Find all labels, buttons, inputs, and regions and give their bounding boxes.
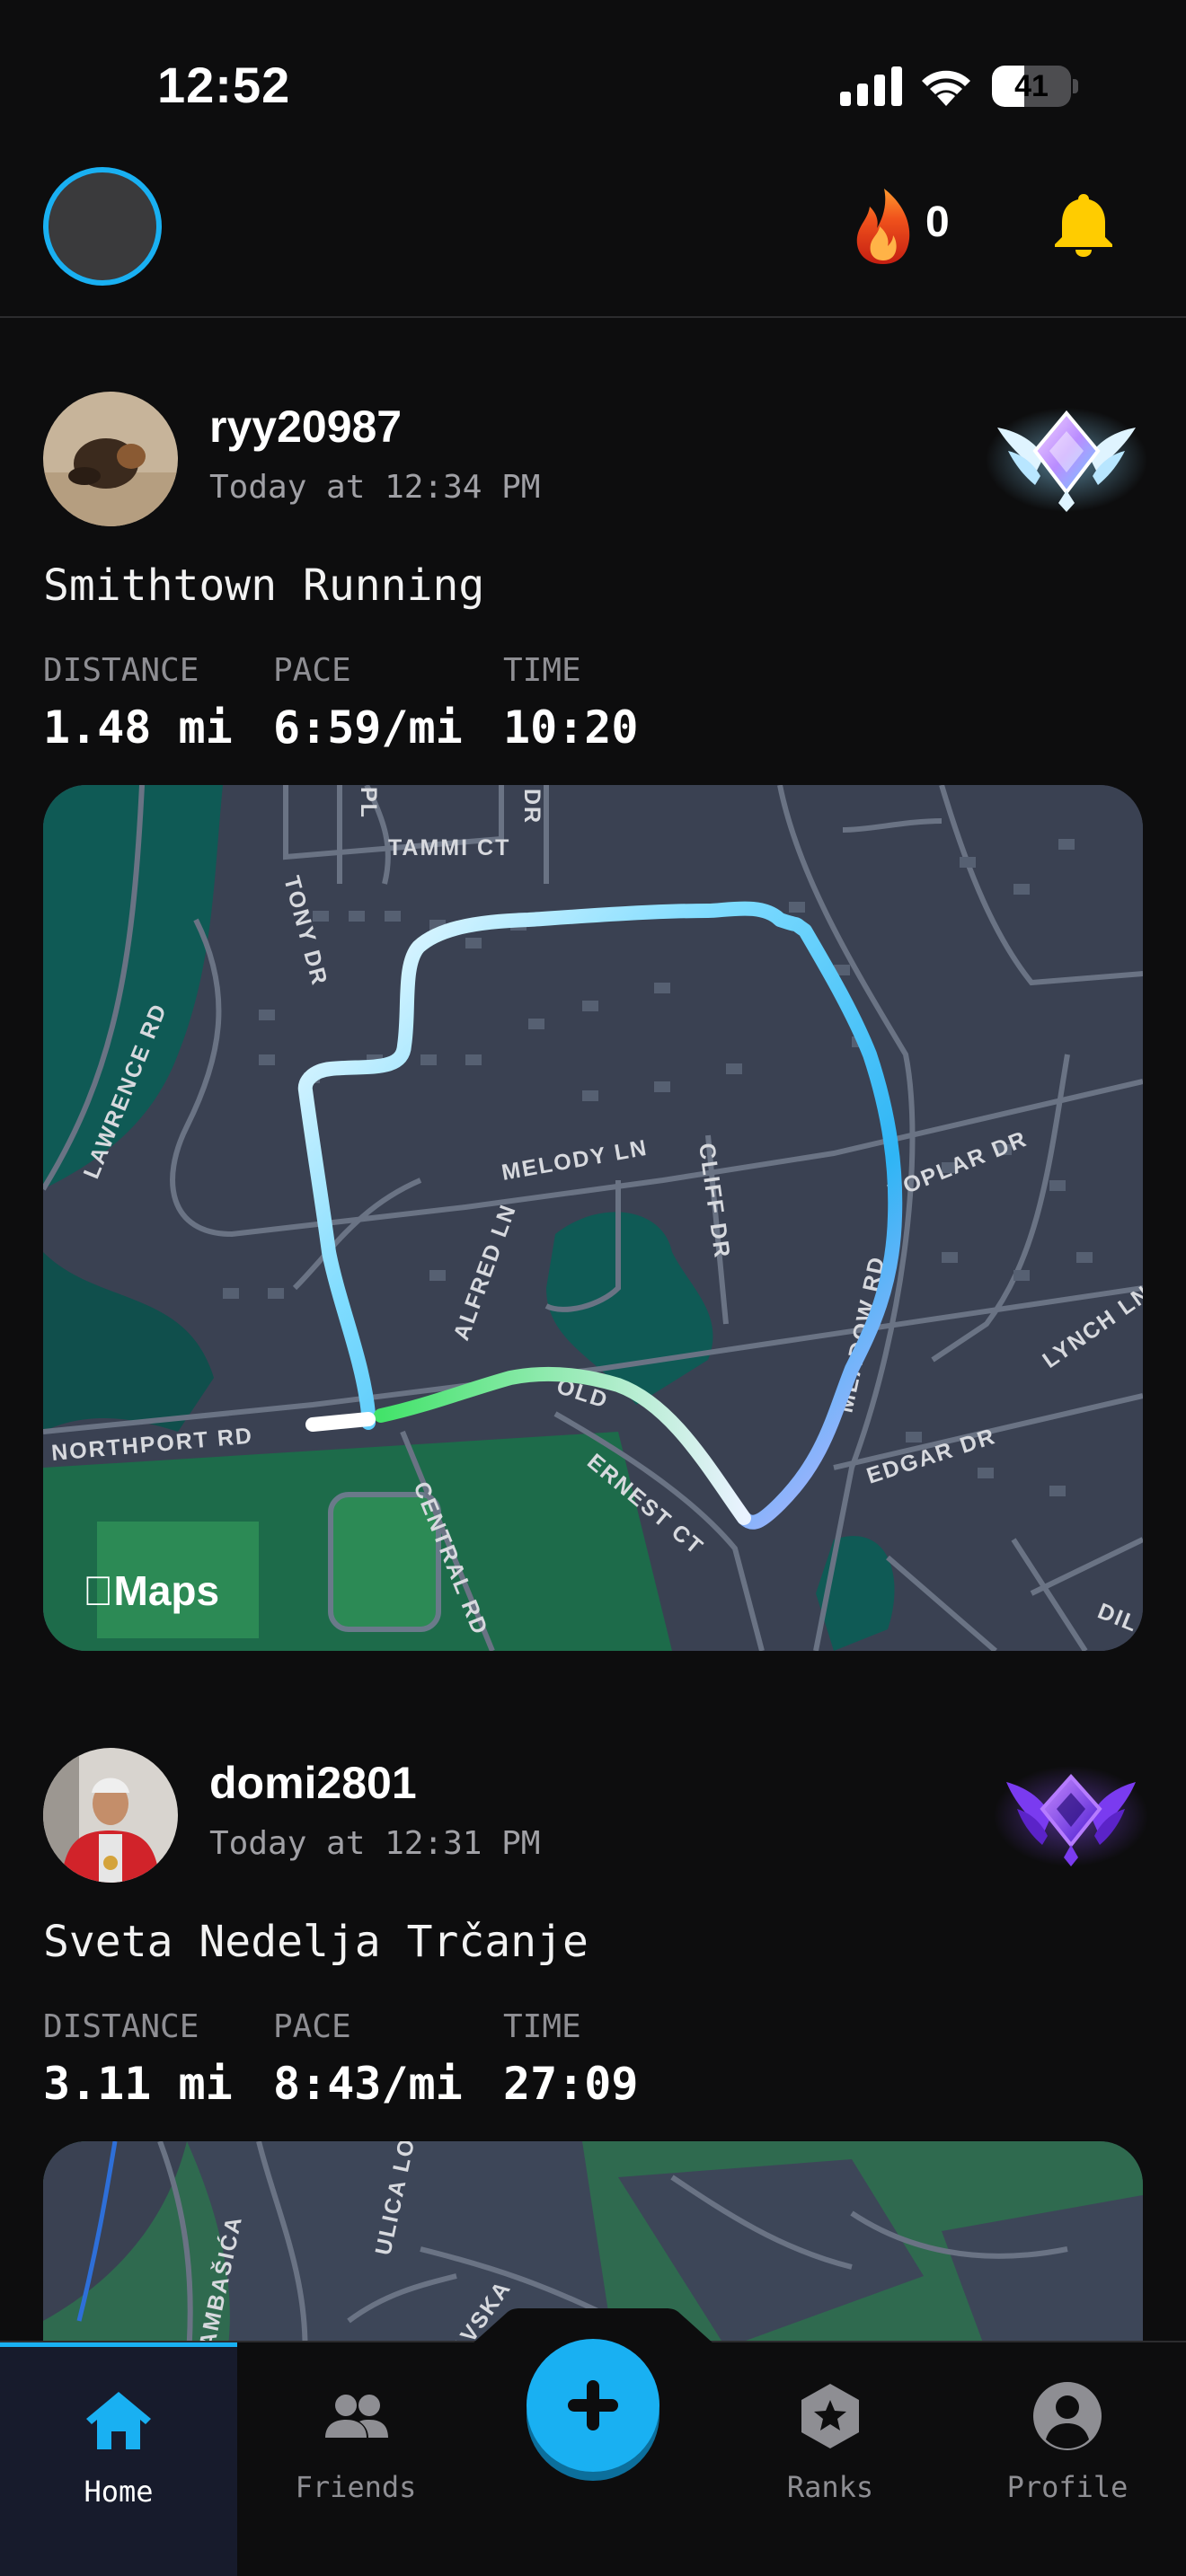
status-bar: 12:52 41 — [0, 0, 1186, 153]
stat-value: 6:59/mi — [273, 701, 463, 754]
flame-streak-icon — [856, 189, 910, 264]
pace-stat: PACE 8:43/mi — [273, 2008, 463, 2110]
tab-label: Friends — [295, 2470, 417, 2504]
tab-friends[interactable]: Friends — [237, 2342, 474, 2576]
streak-count: 0 — [925, 198, 950, 246]
activity-post: ryy20987 Today at 12:34 PM Smithtown Run… — [0, 392, 1186, 1651]
battery-indicator: 41 — [992, 66, 1078, 107]
profile-icon — [1033, 2382, 1102, 2450]
home-icon — [86, 2392, 151, 2449]
plus-icon — [568, 2380, 618, 2430]
ranks-icon — [801, 2384, 859, 2448]
tab-label: Profile — [1006, 2470, 1128, 2504]
add-activity-button[interactable] — [527, 2339, 659, 2472]
tab-profile[interactable]: Profile — [949, 2342, 1186, 2576]
street-label: DR — [519, 789, 544, 825]
tab-label: Ranks — [786, 2470, 874, 2504]
diamond-rank-badge-icon — [986, 408, 1147, 512]
pace-stat: PACE 6:59/mi — [273, 652, 463, 754]
stat-value: 27:09 — [503, 2058, 639, 2110]
stat-value: 3.11 mi — [43, 2058, 233, 2110]
stat-label: TIME — [503, 2008, 581, 2045]
stat-label: TIME — [503, 652, 581, 689]
post-title: Smithtown Running — [43, 560, 485, 611]
time-stat: TIME 27:09 — [503, 2008, 639, 2110]
stat-label: DISTANCE — [43, 652, 199, 689]
stat-value: 1.48 mi — [43, 701, 233, 754]
route-map[interactable]: TAMMI CT PL DR TONY DR LAWRENCE RD MELOD… — [43, 785, 1143, 1651]
post-timestamp: Today at 12:31 PM — [209, 1825, 541, 1862]
stat-value: 8:43/mi — [273, 2058, 463, 2110]
post-username[interactable]: domi2801 — [209, 1757, 417, 1809]
post-avatar[interactable] — [43, 392, 178, 526]
friends-icon — [325, 2395, 388, 2438]
tab-label: Home — [84, 2475, 154, 2509]
stat-label: PACE — [273, 652, 351, 689]
stat-label: PACE — [273, 2008, 351, 2045]
battery-percent: 41 — [1014, 69, 1049, 103]
post-avatar[interactable] — [43, 1748, 178, 1883]
tab-home[interactable]: Home — [0, 2342, 237, 2576]
tab-bar: Home Friends Ranks Profile — [0, 2308, 1186, 2576]
street-label: PL — [356, 787, 381, 819]
maps-logo-text: Maps — [83, 1567, 220, 1614]
wifi-icon — [922, 70, 970, 106]
activity-post: domi2801 Today at 12:31 PM Sveta Nedelja… — [0, 1748, 1186, 2377]
post-username[interactable]: ryy20987 — [209, 401, 402, 453]
app-header: 0 — [0, 153, 1186, 318]
cellular-signal-icon — [840, 66, 902, 106]
master-rank-badge-icon — [994, 1766, 1148, 1866]
post-timestamp: Today at 12:34 PM — [209, 469, 541, 506]
distance-stat: DISTANCE 1.48 mi — [43, 652, 233, 754]
time-stat: TIME 10:20 — [503, 652, 639, 754]
distance-stat: DISTANCE 3.11 mi — [43, 2008, 233, 2110]
street-label: TAMMI CT — [388, 835, 510, 860]
stat-label: DISTANCE — [43, 2008, 199, 2045]
post-title: Sveta Nedelja Trčanje — [43, 1917, 589, 1967]
notification-bell-icon[interactable] — [1053, 192, 1114, 257]
apple-maps-logo: Maps — [83, 1566, 219, 1615]
tab-ranks[interactable]: Ranks — [712, 2342, 949, 2576]
status-time: 12:52 — [157, 57, 291, 113]
user-avatar-button[interactable] — [43, 167, 162, 286]
stat-value: 10:20 — [503, 701, 639, 754]
